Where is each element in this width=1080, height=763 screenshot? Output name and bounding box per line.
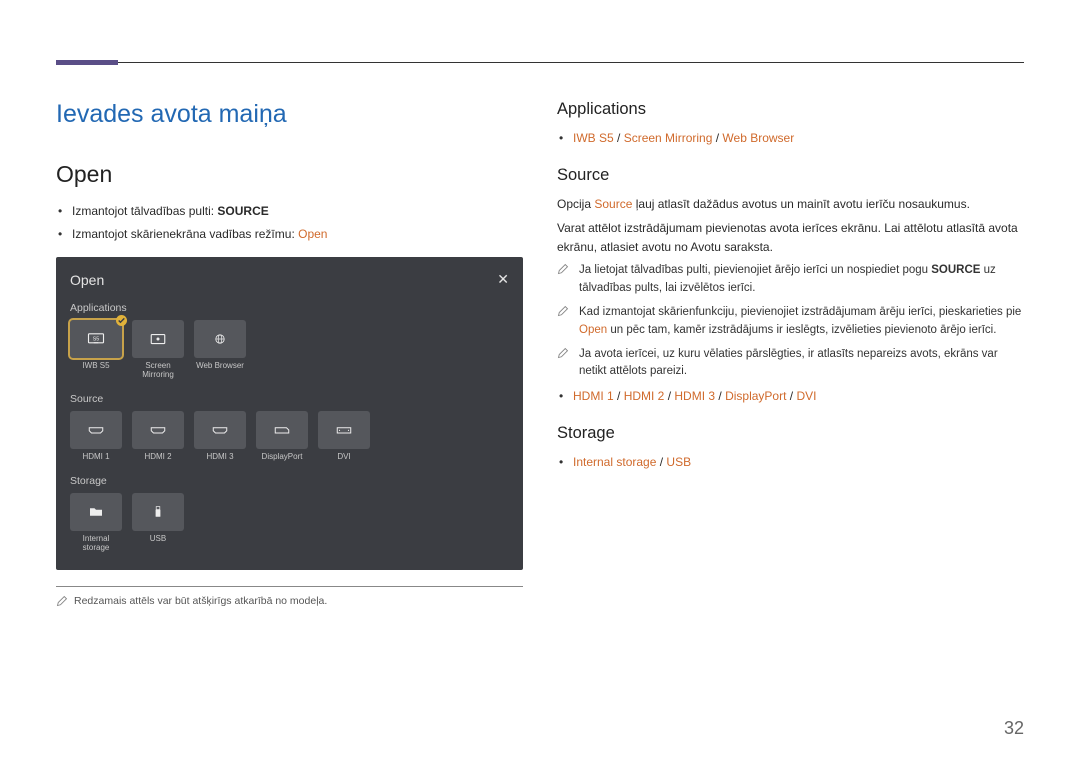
footnote: Redzamais attēls var būt atšķirīgs atkar… [56, 595, 523, 607]
hdmi-icon [87, 424, 105, 436]
panel-label-source: Source [70, 393, 509, 405]
tile-hdmi1[interactable]: HDMI 1 [70, 411, 122, 461]
folder-icon [87, 506, 105, 518]
applications-line: IWB S5 / Screen Mirroring / Web Browser [557, 129, 1024, 148]
globe-icon [211, 333, 229, 345]
svg-text:S5: S5 [93, 337, 100, 343]
dvi-icon [335, 424, 353, 436]
source-key: SOURCE [217, 204, 268, 218]
tile-internal-storage[interactable]: Internal storage [70, 493, 122, 552]
panel-row-applications: S5 IWB S5 Screen Mirroring Web Browser [70, 320, 509, 379]
screen-mirroring-icon [149, 333, 167, 345]
page-title: Ievades avota maiņa [56, 100, 523, 129]
tile-displayport[interactable]: DisplayPort [256, 411, 308, 461]
pencil-icon [557, 305, 569, 317]
panel-row-source: HDMI 1 HDMI 2 HDMI 3 DisplayPort DVI [70, 411, 509, 461]
usb-icon [149, 506, 167, 518]
right-column: Applications IWB S5 / Screen Mirroring /… [557, 100, 1024, 607]
panel-header: Open ✕ [70, 271, 509, 288]
source-para-2: Varat attēlot izstrādājumam pievienotas … [557, 219, 1024, 256]
tile-iwb-s5[interactable]: S5 IWB S5 [70, 320, 122, 379]
selected-badge-icon [116, 315, 127, 326]
applications-list: IWB S5 / Screen Mirroring / Web Browser [557, 129, 1024, 148]
tile-hdmi2[interactable]: HDMI 2 [132, 411, 184, 461]
footnote-rule [56, 586, 523, 587]
columns: Ievades avota maiņa Open Izmantojot tālv… [56, 100, 1024, 607]
pencil-icon [557, 263, 569, 275]
pencil-icon [56, 595, 68, 607]
header-rule [56, 62, 1024, 63]
page-number: 32 [1004, 718, 1024, 739]
source-heading: Source [557, 166, 1024, 185]
storage-heading: Storage [557, 424, 1024, 443]
tile-usb[interactable]: USB [132, 493, 184, 552]
source-ports: HDMI 1 / HDMI 2 / HDMI 3 / DisplayPort /… [557, 387, 1024, 406]
section-open-heading: Open [56, 161, 523, 188]
close-icon[interactable]: ✕ [497, 271, 509, 288]
tile-web-browser[interactable]: Web Browser [194, 320, 246, 379]
tile-dvi[interactable]: DVI [318, 411, 370, 461]
instruction-touch: Izmantojot skārienekrāna vadības režīmu:… [56, 225, 523, 244]
open-instructions: Izmantojot tālvadības pulti: SOURCE Izma… [56, 202, 523, 243]
storage-list: Internal storage / USB [557, 453, 1024, 472]
left-column: Ievades avota maiņa Open Izmantojot tālv… [56, 100, 523, 607]
applications-heading: Applications [557, 100, 1024, 119]
source-para-1: Opcija Source ļauj atlasīt dažādus avotu… [557, 195, 1024, 214]
panel-label-storage: Storage [70, 475, 509, 487]
pencil-icon [557, 347, 569, 359]
tile-screen-mirroring[interactable]: Screen Mirroring [132, 320, 184, 379]
note-touch: Kad izmantojat skārienfunkciju, pievieno… [557, 304, 1024, 340]
displayport-icon [273, 424, 291, 436]
tile-hdmi3[interactable]: HDMI 3 [194, 411, 246, 461]
ports-line: HDMI 1 / HDMI 2 / HDMI 3 / DisplayPort /… [557, 387, 1024, 406]
panel-row-storage: Internal storage USB [70, 493, 509, 552]
panel-title: Open [70, 272, 104, 288]
open-link: Open [298, 227, 327, 241]
open-panel: Open ✕ Applications S5 IWB S5 Screen M [56, 257, 523, 570]
instruction-remote: Izmantojot tālvadības pulti: SOURCE [56, 202, 523, 221]
source-notes: Ja lietojat tālvadības pulti, pievienoji… [557, 262, 1024, 381]
board-icon: S5 [87, 333, 105, 345]
storage-line: Internal storage / USB [557, 453, 1024, 472]
hdmi-icon [211, 424, 229, 436]
page: Ievades avota maiņa Open Izmantojot tālv… [0, 0, 1080, 763]
panel-label-applications: Applications [70, 302, 509, 314]
note-remote: Ja lietojat tālvadības pulti, pievienoji… [557, 262, 1024, 298]
note-wrong-source: Ja avota ierīcei, uz kuru vēlaties pārsl… [557, 346, 1024, 382]
hdmi-icon [149, 424, 167, 436]
